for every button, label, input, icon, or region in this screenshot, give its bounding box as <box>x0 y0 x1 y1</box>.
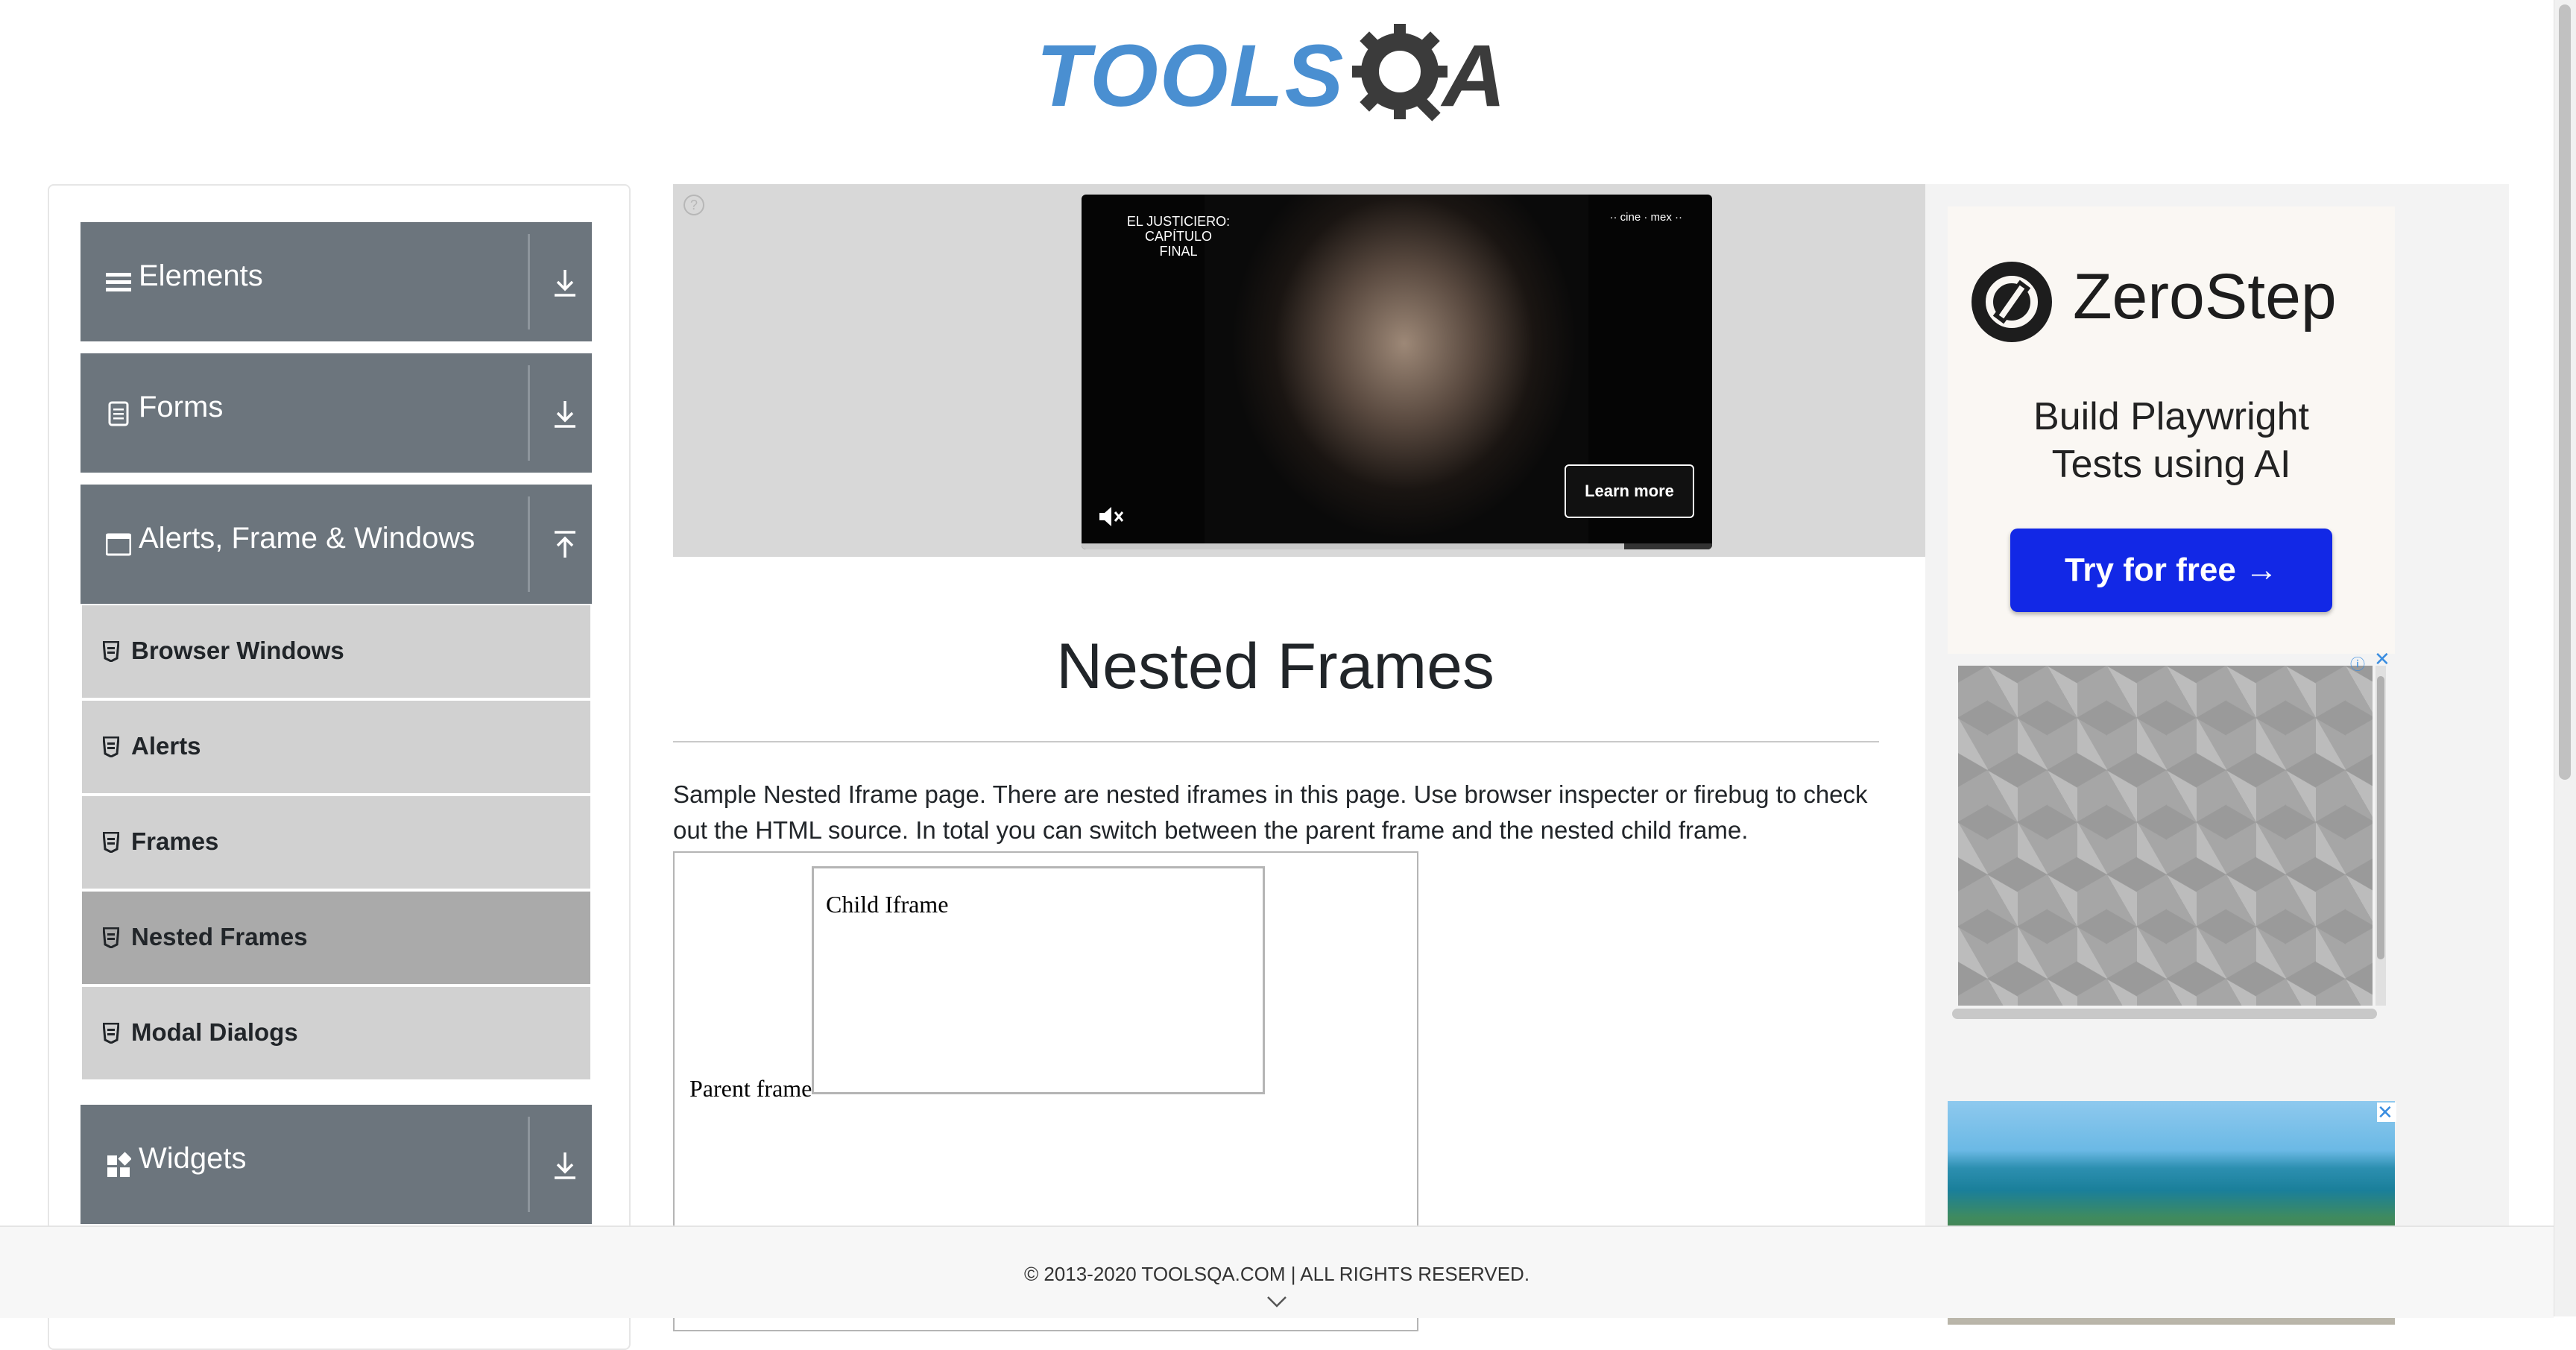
group-forms[interactable]: Forms <box>80 353 592 473</box>
child-frame-label: Child Iframe <box>826 891 949 918</box>
ad-scrollbar-horizontal[interactable] <box>1952 1009 2377 1019</box>
menu-item-label: Frames <box>131 827 219 855</box>
group-label: Widgets <box>139 1142 247 1175</box>
widgets-icon <box>107 1152 131 1177</box>
divider <box>528 365 530 461</box>
menu-item-label: Browser Windows <box>131 637 344 664</box>
right-ad-column: ZeroStep Build Playwright Tests using AI… <box>1925 184 2509 1325</box>
title-divider <box>673 741 1879 742</box>
group-widgets[interactable]: Widgets <box>80 1105 592 1224</box>
divider <box>528 496 530 592</box>
download-arrow-icon <box>555 270 575 297</box>
divider <box>528 234 530 329</box>
footer-copyright: © 2013-2020 TOOLSQA.COM | ALL RIGHTS RES… <box>1023 1263 1530 1285</box>
video-progress-fill <box>1082 543 1624 549</box>
menu-item-label: Alerts <box>131 732 201 760</box>
child-iframe[interactable]: Child Iframe <box>812 866 1265 1094</box>
mute-icon[interactable] <box>1095 502 1125 532</box>
group-alerts-frame-windows[interactable]: Alerts, Frame & Windows <box>80 485 592 604</box>
chevron-down-icon[interactable] <box>1266 1293 1288 1310</box>
html5-icon <box>103 832 119 853</box>
group-label: Alerts, Frame & Windows <box>139 522 476 555</box>
zerostep-tagline: Build Playwright Tests using AI <box>2033 395 2309 486</box>
menu-item-frames[interactable]: Frames <box>82 796 590 892</box>
html5-icon <box>103 641 119 662</box>
html5-icon <box>103 1023 119 1044</box>
divider <box>528 1117 530 1212</box>
learn-more-button[interactable]: Learn more <box>1565 464 1694 518</box>
menu-item-nested-frames[interactable]: Nested Frames <box>82 892 590 987</box>
ad-video[interactable]: EL JUSTICIERO: CAPÍTULO FINAL ·· cine · … <box>1082 195 1712 549</box>
menu-item-browser-windows[interactable]: Browser Windows <box>82 605 590 701</box>
top-ad-banner[interactable]: ? EL JUSTICIERO: CAPÍTULO FINAL ·· cine … <box>673 184 1925 557</box>
video-brand: ·· cine · mex ·· <box>1609 211 1683 224</box>
ad-scrollbar-thumb[interactable] <box>2377 676 2384 959</box>
list-icon <box>106 273 131 291</box>
video-title: EL JUSTICIERO: CAPÍTULO FINAL <box>1126 214 1231 259</box>
group-label: Elements <box>139 259 263 292</box>
menu-item-label: Modal Dialogs <box>131 1018 298 1046</box>
document-icon <box>108 401 129 426</box>
ad-close-icon[interactable]: ✕ <box>2374 649 2393 669</box>
group-elements[interactable]: Elements <box>80 222 592 341</box>
parent-frame-label: Parent frame <box>689 1075 812 1102</box>
menu-item-alerts[interactable]: Alerts <box>82 701 590 796</box>
zerostep-brand: ZeroStep <box>2073 261 2337 332</box>
toolsqa-logo[interactable]: TOOLS A <box>1036 21 1528 140</box>
upload-arrow-icon <box>555 531 575 558</box>
page-description: Sample Nested Iframe page. There are nes… <box>673 780 1868 844</box>
menu-item-modal-dialogs[interactable]: Modal Dialogs <box>82 987 590 1082</box>
adchoices-icon[interactable]: ⓘ <box>2350 652 2371 673</box>
page-title: Nested Frames <box>1056 631 1494 702</box>
menu-item-label: Nested Frames <box>131 923 308 950</box>
ad-info-icon[interactable]: ? <box>684 195 704 215</box>
window-icon <box>106 533 131 556</box>
download-arrow-icon <box>555 1152 575 1179</box>
logo-tools-text: TOOLS <box>1036 27 1345 125</box>
logo-a-text: A <box>1442 27 1506 125</box>
html5-icon <box>103 736 119 757</box>
page-scrollbar-thumb[interactable] <box>2559 4 2571 780</box>
download-arrow-icon <box>555 401 575 428</box>
try-for-free-button[interactable]: Try for free → <box>2010 529 2332 612</box>
cube-pattern-ad[interactable] <box>1958 666 2373 1006</box>
html5-icon <box>103 927 119 948</box>
footer: © 2013-2020 TOOLSQA.COM | ALL RIGHTS RES… <box>0 1226 2554 1318</box>
ad-close-icon[interactable]: ✕ <box>2377 1103 2396 1122</box>
zerostep-ad[interactable]: ZeroStep Build Playwright Tests using AI… <box>1948 206 2395 654</box>
group-label: Forms <box>139 391 224 423</box>
video-frame-image <box>1205 195 1588 549</box>
zerostep-logo-icon <box>1972 262 2052 342</box>
